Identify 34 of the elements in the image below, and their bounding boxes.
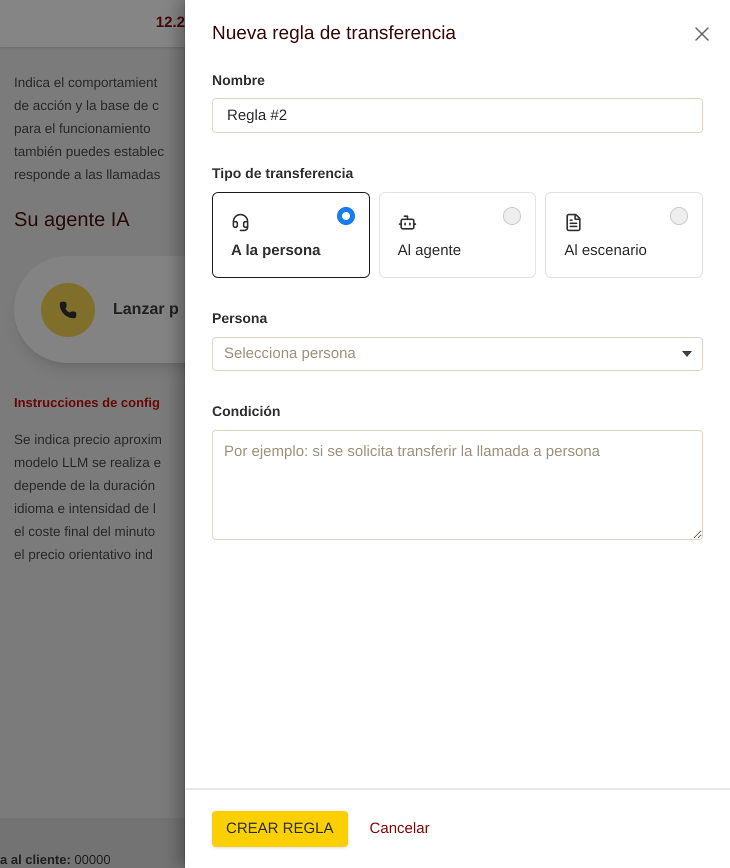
name-input[interactable]: Regla #2 [212,98,703,133]
call-card-label: Lanzar p [113,300,179,320]
field-label: Condición [212,402,282,421]
footer-text: a al cliente: 00000 [0,852,111,868]
transfer-type-option[interactable]: Al agente [378,192,536,278]
price-note-line: idioma e intensidad de l [14,500,157,518]
call-card[interactable]: Lanzar p [14,256,185,363]
drawer-title: Nueva regla de transferencia [212,22,456,46]
phone-icon [41,282,95,336]
price-note-line: modelo LLM se realiza e [14,454,162,472]
dropdown-caret-icon [682,351,692,357]
field-label: Persona [212,309,268,328]
header-text: 12.2 [156,13,185,34]
field-label: Tipo de transferencia [212,164,354,183]
description-line: responde a las llamadas [14,166,162,184]
transfer-type-option[interactable]: Al escenario [545,192,703,278]
radio-button[interactable] [336,207,355,225]
description-line: Indica el comportamient [14,74,158,92]
price-note-line: el precio orientativo ind [14,546,154,564]
price-note-line: el coste final del minuto [14,523,156,541]
price-note-line: Se indica precio aproxim [14,431,163,449]
create-rule-button[interactable]: CREAR REGLA [212,811,348,847]
field-label: Nombre [212,71,266,90]
description-line: de acción y la base de c [14,97,160,115]
radio-button[interactable] [503,207,522,225]
section-heading: Su agente IA [14,208,131,233]
description-line: también puedes establec [14,143,166,161]
cancel-button[interactable]: Cancelar [370,818,430,840]
price-note-line: depende de la duración [14,477,156,495]
radio-button[interactable] [670,207,688,225]
transfer-type-option[interactable]: A la persona [212,192,370,278]
instructions-heading: Instrucciones de config [14,394,161,412]
description-line: para el funcionamiento [14,120,152,138]
condition-textarea[interactable]: Por ejemplo: si se solicita transferir la llamada a persona [212,430,703,540]
